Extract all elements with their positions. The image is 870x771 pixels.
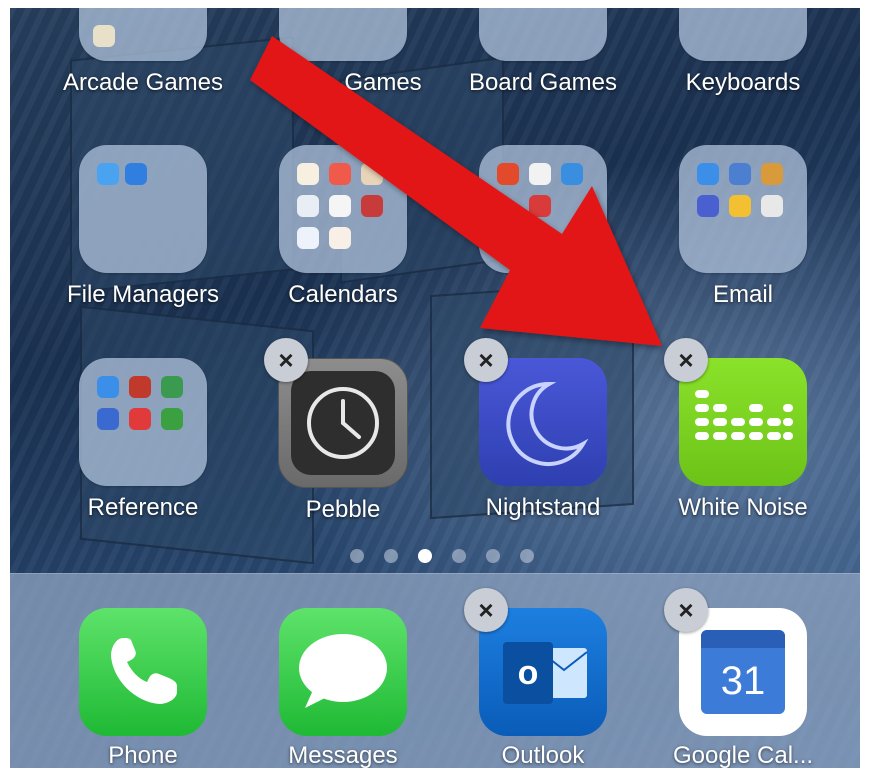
home-screen: Arcade Games Games Board Games Keyboards… bbox=[10, 8, 860, 768]
red-arrow-annotation bbox=[250, 36, 662, 346]
